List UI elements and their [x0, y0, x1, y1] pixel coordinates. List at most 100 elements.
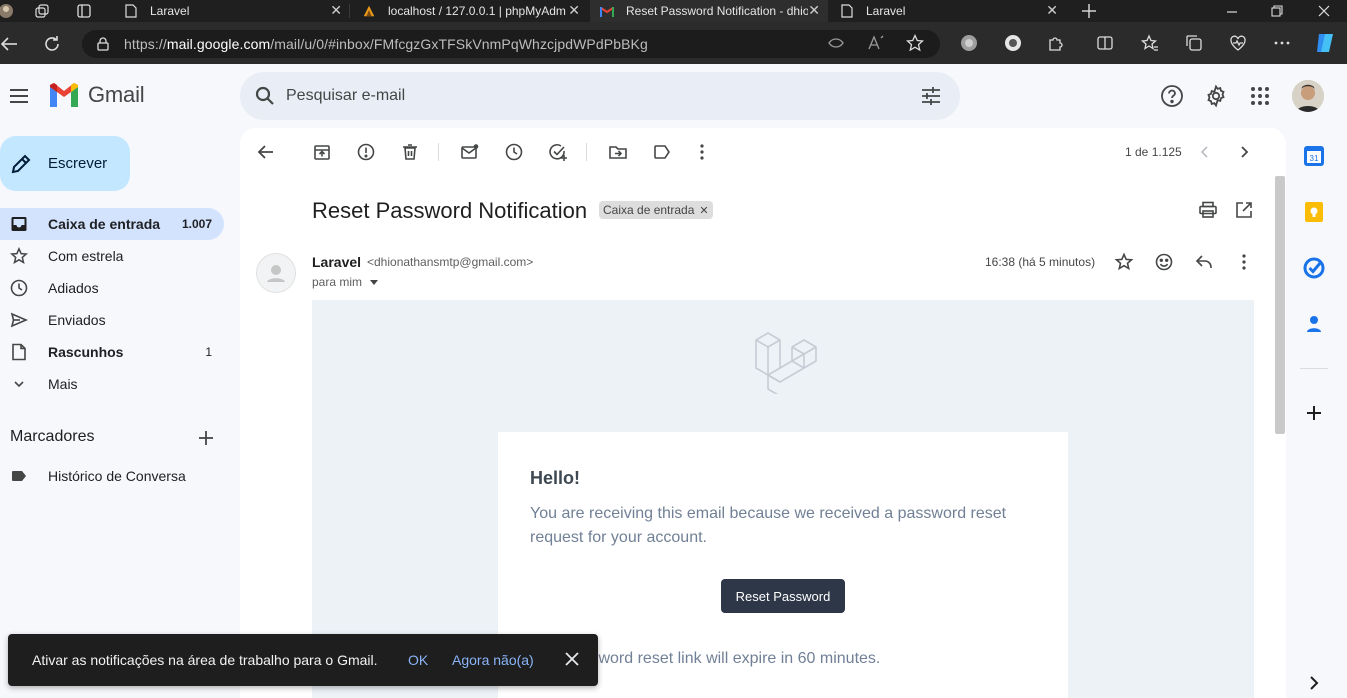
- google-apps-icon[interactable]: [1248, 84, 1272, 108]
- refresh-icon[interactable]: [42, 34, 62, 54]
- close-icon[interactable]: ✕: [808, 2, 820, 19]
- open-new-window-icon[interactable]: [1234, 200, 1254, 220]
- close-window-icon[interactable]: [1316, 3, 1332, 19]
- extension-icon[interactable]: [960, 34, 978, 52]
- sidebar-item-starred[interactable]: Com estrela: [0, 240, 224, 272]
- contacts-app-icon[interactable]: [1303, 313, 1325, 335]
- more-options-icon[interactable]: [692, 142, 712, 162]
- close-icon[interactable]: ✕: [568, 2, 580, 19]
- favorite-star-icon[interactable]: [905, 33, 925, 52]
- remove-label-icon[interactable]: ✕: [699, 204, 708, 217]
- collections-icon[interactable]: [1185, 34, 1203, 52]
- snooze-icon[interactable]: [504, 142, 524, 162]
- sidebar-item-label: Mais: [48, 376, 78, 392]
- url-field[interactable]: https://mail.google.com/mail/u/0/#inbox/…: [82, 30, 940, 58]
- pencil-icon: [10, 153, 32, 175]
- avatar[interactable]: [1292, 80, 1324, 112]
- browser-tab[interactable]: Laravel ✕: [114, 0, 350, 22]
- sidebar-item-snoozed[interactable]: Adiados: [0, 272, 224, 304]
- favorites-icon[interactable]: [1140, 34, 1159, 52]
- back-icon[interactable]: [0, 34, 20, 54]
- print-icon[interactable]: [1198, 200, 1218, 220]
- recipient-details[interactable]: para mim: [312, 275, 379, 289]
- tab-actions-icon[interactable]: [76, 3, 92, 19]
- restore-icon[interactable]: [1269, 3, 1285, 19]
- search-bar[interactable]: [240, 72, 960, 120]
- clock-icon: [10, 279, 28, 297]
- menu-icon[interactable]: [8, 86, 30, 106]
- browser-essentials-icon[interactable]: [1229, 34, 1247, 52]
- reader-view-icon[interactable]: [827, 34, 845, 52]
- move-to-icon[interactable]: [608, 142, 628, 162]
- close-icon[interactable]: ✕: [330, 2, 342, 19]
- calendar-app-icon[interactable]: 31: [1303, 145, 1325, 167]
- add-app-icon[interactable]: [1303, 402, 1325, 424]
- minimize-icon[interactable]: [1224, 3, 1240, 19]
- snackbar-ok-button[interactable]: OK: [408, 652, 428, 668]
- reply-icon[interactable]: [1194, 252, 1214, 272]
- caret-down-icon[interactable]: [370, 279, 379, 285]
- delete-icon[interactable]: [400, 142, 420, 162]
- sidebar-item-inbox[interactable]: Caixa de entrada 1.007: [0, 208, 224, 240]
- report-spam-icon[interactable]: [356, 142, 376, 162]
- notification-snackbar: Ativar as notificações na área de trabal…: [8, 634, 598, 686]
- emoji-reaction-icon[interactable]: [1154, 252, 1174, 272]
- gmail-favicon-icon: [600, 4, 614, 18]
- message-panel: 1 de 1.125 Reset Password Notification C…: [240, 128, 1286, 698]
- read-aloud-icon[interactable]: [867, 34, 885, 52]
- compose-label: Escrever: [48, 155, 108, 172]
- copilot-icon[interactable]: [1313, 31, 1337, 55]
- close-icon[interactable]: ✕: [1046, 2, 1058, 19]
- sender-name[interactable]: Laravel: [312, 254, 361, 270]
- label-as-icon[interactable]: [652, 142, 672, 162]
- close-icon[interactable]: [564, 651, 580, 667]
- phpmyadmin-icon: [362, 4, 376, 18]
- extensions-puzzle-icon[interactable]: [1047, 34, 1065, 52]
- profile-icon[interactable]: [0, 3, 16, 19]
- sidebar-item-more[interactable]: Mais: [0, 368, 224, 400]
- extension-icon[interactable]: [1004, 34, 1022, 52]
- star-icon[interactable]: [1114, 252, 1134, 272]
- split-screen-icon[interactable]: [1096, 34, 1114, 52]
- label-chip[interactable]: Caixa de entrada ✕: [599, 201, 713, 219]
- snackbar-text: Ativar as notificações na área de trabal…: [32, 652, 378, 668]
- reset-password-button[interactable]: Reset Password: [721, 579, 845, 613]
- chevron-right-icon[interactable]: [1234, 142, 1254, 162]
- help-icon[interactable]: [1160, 84, 1184, 108]
- browser-tab[interactable]: localhost / 127.0.0.1 | phpMyAdmin ✕: [352, 0, 588, 22]
- sidebar-item-drafts[interactable]: Rascunhos 1: [0, 336, 224, 368]
- side-panel-divider: [1300, 368, 1328, 369]
- sidebar-label-item[interactable]: Histórico de Conversa: [0, 460, 224, 492]
- tasks-app-icon[interactable]: [1303, 257, 1325, 279]
- draft-icon: [10, 343, 28, 361]
- mark-unread-icon[interactable]: [460, 142, 480, 162]
- more-options-icon[interactable]: [1234, 252, 1254, 272]
- browser-tab-active[interactable]: Reset Password Notification - dhionathan…: [590, 0, 828, 22]
- tab-title: Laravel: [866, 4, 906, 18]
- search-icon[interactable]: [254, 85, 276, 107]
- snackbar-not-now-button[interactable]: Agora não(a): [452, 652, 534, 668]
- sidebar-item-label: Adiados: [48, 280, 99, 296]
- new-tab-icon[interactable]: [1081, 3, 1097, 19]
- scrollbar-thumb[interactable]: [1275, 176, 1285, 434]
- chevron-left-icon[interactable]: [1195, 142, 1215, 162]
- workspaces-icon[interactable]: [34, 3, 50, 19]
- label-icon: [10, 467, 28, 485]
- sender-avatar: [256, 253, 296, 293]
- lock-icon[interactable]: [96, 37, 110, 51]
- back-to-inbox-icon[interactable]: [256, 142, 276, 162]
- add-task-icon[interactable]: [548, 142, 568, 162]
- show-side-panel-icon[interactable]: [1303, 672, 1325, 694]
- sidebar-item-label: Rascunhos: [48, 344, 124, 360]
- gmail-logo[interactable]: Gmail: [48, 82, 145, 108]
- archive-icon[interactable]: [312, 142, 332, 162]
- compose-button[interactable]: Escrever: [0, 136, 130, 191]
- settings-gear-icon[interactable]: [1204, 84, 1228, 108]
- add-label-icon[interactable]: [196, 428, 216, 448]
- search-options-icon[interactable]: [920, 86, 942, 106]
- search-input[interactable]: [286, 87, 886, 105]
- browser-tab[interactable]: Laravel ✕: [830, 0, 1066, 22]
- keep-app-icon[interactable]: [1303, 201, 1325, 223]
- sidebar-item-sent[interactable]: Enviados: [0, 304, 224, 336]
- more-menu-icon[interactable]: [1273, 34, 1291, 52]
